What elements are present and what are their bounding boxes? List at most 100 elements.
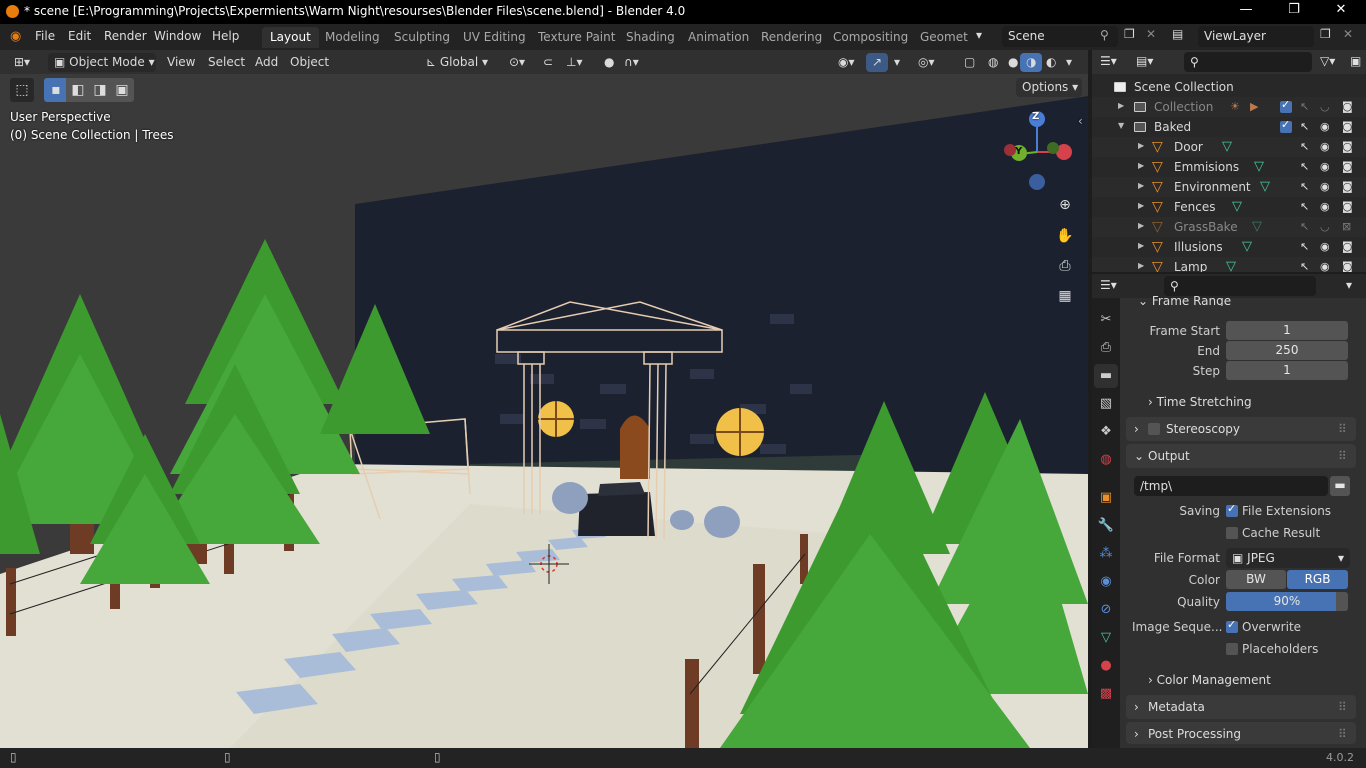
selectable-arrow-icon[interactable]: ↖ [1300,240,1309,253]
color-bw-button[interactable]: BW [1226,570,1286,589]
pivot-icon[interactable]: ⊙▾ [503,53,531,72]
expand-arrow-icon[interactable]: ▶ [1138,201,1144,210]
expand-arrow-icon[interactable]: ▶ [1138,161,1144,170]
file-format-dropdown[interactable]: ▣ JPEG ▾ [1226,548,1350,568]
outliner-row-baked[interactable]: ▼ Baked ↖ ◉ ◙ [1092,117,1366,137]
tab-animation[interactable]: Animation [680,27,757,48]
frame-step-field[interactable]: 1 [1226,361,1348,380]
pan-hand-icon[interactable]: ✋ [1053,224,1077,248]
menu-select[interactable]: Select [202,53,251,72]
collapse-arrow-icon[interactable]: ▼ [1118,121,1124,130]
minimize-button[interactable]: — [1236,2,1256,22]
stereoscopy-checkbox[interactable] [1148,423,1160,435]
render-camera-icon[interactable]: ◙ [1342,140,1353,153]
gizmo-y-label[interactable]: Y [1015,146,1022,157]
sidebar-toggle-icon[interactable]: ‹ [1078,114,1083,128]
particles-tab-icon[interactable]: ⁂ [1094,542,1118,566]
expand-arrow-icon[interactable]: ▶ [1138,141,1144,150]
new-collection-icon[interactable]: ▣ [1350,54,1361,68]
render-camera-icon[interactable]: ◙ [1342,120,1353,133]
blender-menu-icon[interactable]: ◉ [10,29,21,44]
output-path-input[interactable]: /tmp\ [1134,476,1328,496]
gizmo-dropdown-icon[interactable]: ▾ [888,53,906,72]
tool-tab-icon[interactable]: ✂ [1094,308,1118,332]
selectable-arrow-icon[interactable]: ↖ [1300,260,1309,272]
eye-icon[interactable]: ◉ [1320,200,1330,213]
object-tab-icon[interactable]: ▣ [1094,486,1118,510]
expand-arrow-icon[interactable]: ▶ [1138,241,1144,250]
visibility-icon[interactable]: ◉▾ [832,53,861,72]
tab-rendering[interactable]: Rendering [753,27,830,48]
outliner-row-fences[interactable]: ▶ ▽ Fences ▽ ↖ ◉ ◙ [1092,197,1366,217]
viewlayer-icon[interactable]: ▤ [1172,27,1183,41]
eye-closed-icon[interactable]: ◡ [1320,220,1330,233]
render-camera-icon[interactable]: ◙ [1342,200,1353,213]
outliner-search-input[interactable]: ⚲ [1184,52,1312,72]
display-mode-icon[interactable]: ▤▾ [1136,54,1153,68]
gizmo-toggle-icon[interactable]: ↗ [866,53,889,72]
zoom-icon[interactable]: ⊕ [1053,193,1077,217]
menu-window[interactable]: Window [154,29,201,43]
material-tab-icon[interactable]: ● [1094,654,1118,678]
close-button[interactable]: ✕ [1331,2,1351,22]
new-scene-icon[interactable]: ❐ [1124,27,1135,41]
mode-select[interactable]: ▣ Object Mode ▾ [48,53,156,72]
maximize-button[interactable]: ❐ [1284,2,1304,22]
xray-icon[interactable]: ▢ [958,53,981,72]
render-disabled-icon[interactable]: ⊠ [1342,220,1351,233]
tab-geometry[interactable]: Geomet [912,27,968,48]
tab-layout[interactable]: Layout [262,27,319,48]
folder-browse-icon[interactable]: ▬ [1330,476,1350,496]
frame-end-field[interactable]: 250 [1226,341,1348,360]
expand-arrow-icon[interactable]: ▶ [1118,101,1124,110]
selectable-arrow-icon[interactable]: ↖ [1300,140,1309,153]
scene-tab-icon[interactable]: ❖ [1094,420,1118,444]
snap-target-icon[interactable]: ⊥▾ [560,53,588,72]
tab-sculpting[interactable]: Sculpting [386,27,458,48]
output-tab-icon[interactable]: ▬ [1094,364,1118,388]
falloff-icon[interactable]: ∩▾ [618,53,645,72]
data-tab-icon[interactable]: ▽ [1094,626,1118,650]
outliner-row-collection[interactable]: ▶ Collection ☀ ▶ ↖ ◡ ◙ [1092,97,1366,117]
menu-edit[interactable]: Edit [68,29,91,43]
menu-help[interactable]: Help [212,29,239,43]
tab-modeling[interactable]: Modeling [317,27,388,48]
render-camera-icon[interactable]: ◙ [1342,100,1353,113]
render-camera-icon[interactable]: ◙ [1342,260,1353,272]
viewlayer-field[interactable]: ViewLayer [1198,26,1314,47]
selectable-arrow-icon[interactable]: ↖ [1300,200,1309,213]
drag-handle-icon[interactable]: ⠿ [1338,700,1347,714]
eye-icon[interactable]: ◉ [1320,160,1330,173]
stereoscopy-panel-header[interactable]: › Stereoscopy ⠿ [1126,417,1356,441]
overwrite-checkbox[interactable] [1226,618,1238,633]
exclude-checkbox[interactable] [1280,98,1292,113]
quality-slider[interactable]: 90% [1226,592,1348,611]
render-camera-icon[interactable]: ◙ [1342,240,1353,253]
options-dropdown[interactable]: Options ▾ [1016,78,1082,97]
world-tab-icon[interactable]: ◍ [1094,448,1118,472]
outliner-row-environment[interactable]: ▶ ▽ Environment ▽ ↖ ◉ ◙ [1092,177,1366,197]
outliner-editor-icon[interactable]: ☰▾ [1100,54,1117,68]
select-new-icon[interactable]: ▪ [44,78,68,102]
eye-icon[interactable]: ◉ [1320,140,1330,153]
tab-shading[interactable]: Shading [618,27,683,48]
metadata-panel-header[interactable]: › Metadata ⠿ [1126,695,1356,719]
eye-closed-icon[interactable]: ◡ [1320,100,1330,113]
overlay-toggle-icon[interactable]: ◎▾ [912,53,941,72]
outliner-row-illusions[interactable]: ▶ ▽ Illusions ▽ ↖ ◉ ◙ [1092,237,1366,257]
editor-type-icon[interactable]: ⊞▾ [8,53,36,72]
select-intersect-icon[interactable]: ▣ [110,78,134,102]
outliner-row-emmisions[interactable]: ▶ ▽ Emmisions ▽ ↖ ◉ ◙ [1092,157,1366,177]
delete-viewlayer-icon[interactable]: ✕ [1343,27,1353,41]
menu-add[interactable]: Add [249,53,284,72]
delete-scene-icon[interactable]: ✕ [1146,27,1156,41]
filter-icon[interactable]: ▽▾ [1320,54,1335,68]
frame-start-field[interactable]: 1 [1226,321,1348,340]
shading-options-icon[interactable]: ▾ [1060,53,1078,72]
color-rgb-button[interactable]: RGB [1287,570,1348,589]
selectable-arrow-icon[interactable]: ↖ [1300,120,1309,133]
selectable-arrow-icon[interactable]: ↖ [1300,220,1309,233]
texture-tab-icon[interactable]: ▩ [1094,682,1118,706]
modifier-tab-icon[interactable]: 🔧 [1094,514,1118,538]
drag-handle-icon[interactable]: ⠿ [1338,422,1347,436]
